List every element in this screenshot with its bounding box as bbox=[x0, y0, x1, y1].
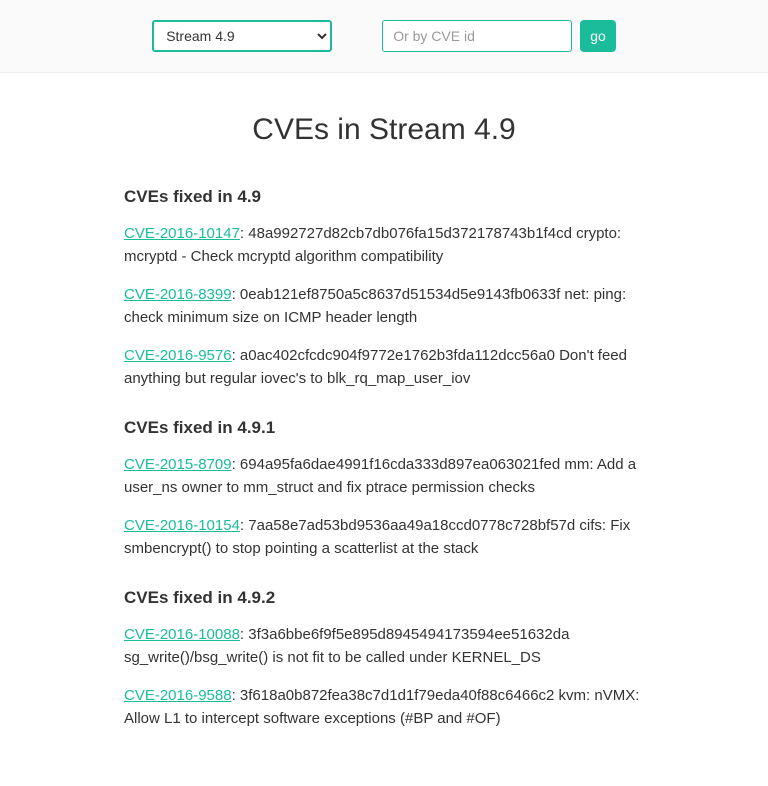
cve-link[interactable]: CVE-2016-9588 bbox=[124, 687, 232, 704]
cve-entry: CVE-2016-10154: 7aa58e7ad53bd9536aa49a18… bbox=[124, 515, 644, 560]
cve-entry: CVE-2016-10088: 3f3a6bbe6f9f5e895d894549… bbox=[124, 624, 644, 669]
page-title: CVEs in Stream 4.9 bbox=[124, 113, 644, 147]
go-button[interactable]: go bbox=[580, 20, 616, 52]
cve-entry: CVE-2016-8399: 0eab121ef8750a5c8637d5153… bbox=[124, 284, 644, 329]
cve-link[interactable]: CVE-2016-10147 bbox=[124, 225, 240, 242]
stream-select[interactable]: Stream 4.9 bbox=[152, 20, 332, 52]
section-heading: CVEs fixed in 4.9 bbox=[124, 187, 644, 207]
cve-search-input[interactable] bbox=[382, 20, 572, 52]
cve-link[interactable]: CVE-2016-10088 bbox=[124, 626, 240, 643]
section-heading: CVEs fixed in 4.9.1 bbox=[124, 418, 644, 438]
cve-entry: CVE-2016-9576: a0ac402cfcdc904f9772e1762… bbox=[124, 345, 644, 390]
cve-entry: CVE-2015-8709: 694a95fa6dae4991f16cda333… bbox=[124, 454, 644, 499]
main-content: CVEs in Stream 4.9 CVEs fixed in 4.9 CVE-… bbox=[74, 73, 694, 786]
cve-link[interactable]: CVE-2016-9576 bbox=[124, 347, 232, 364]
section-heading: CVEs fixed in 4.9.2 bbox=[124, 588, 644, 608]
search-row: go bbox=[382, 20, 616, 52]
top-toolbar: Stream 4.9 go bbox=[0, 0, 768, 73]
cve-link[interactable]: CVE-2016-10154 bbox=[124, 517, 240, 534]
cve-entry: CVE-2016-10147: 48a992727d82cb7db076fa15… bbox=[124, 223, 644, 268]
cve-link[interactable]: CVE-2015-8709 bbox=[124, 456, 232, 473]
cve-link[interactable]: CVE-2016-8399 bbox=[124, 286, 232, 303]
cve-entry: CVE-2016-9588: 3f618a0b872fea38c7d1d1f79… bbox=[124, 685, 644, 730]
